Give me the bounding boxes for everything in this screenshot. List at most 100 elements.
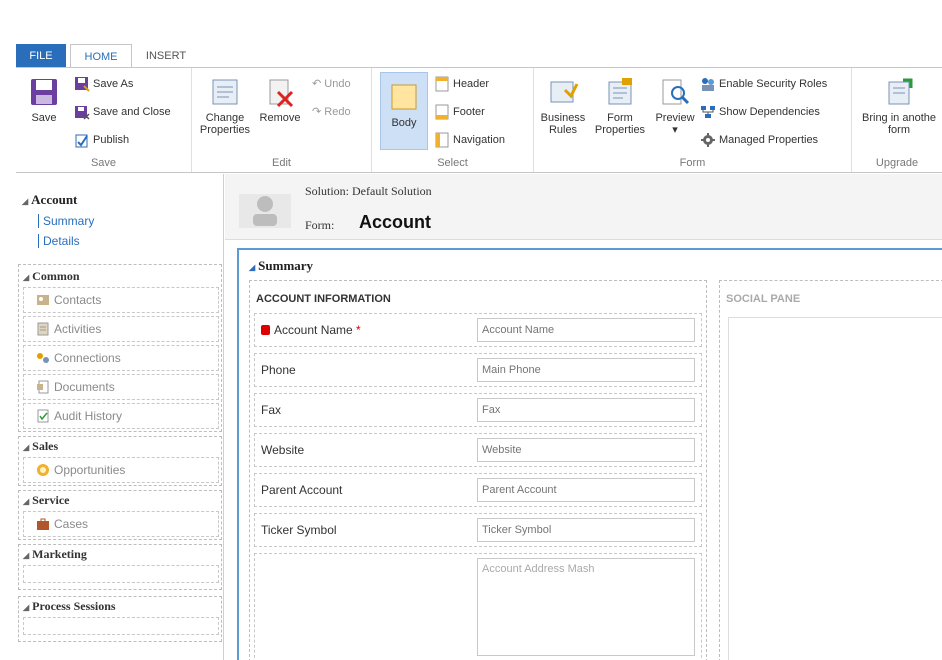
fax-input[interactable] xyxy=(477,398,695,422)
nav-section-marketing: ◢ Marketing xyxy=(18,544,222,590)
field-row-address[interactable]: Account Address Mash xyxy=(254,553,702,660)
solution-label: Solution: Default Solution xyxy=(305,184,432,198)
form-tab-summary[interactable]: ◢ Summary ACCOUNT INFORMATION Account Nam… xyxy=(237,248,942,660)
nav-section-empty-area xyxy=(23,565,219,583)
account-name-input[interactable] xyxy=(477,318,695,342)
nav-section-common: ◢ Common Contacts Activities Connections … xyxy=(18,264,222,432)
field-row-ticker-symbol[interactable]: Ticker Symbol xyxy=(254,513,702,547)
show-dependencies-label: Show Dependencies xyxy=(719,106,820,118)
account-information-section[interactable]: ACCOUNT INFORMATION Account Name * Phone… xyxy=(249,280,707,660)
footer-button[interactable]: Footer xyxy=(434,102,485,122)
collapse-triangle-icon: ◢ xyxy=(249,263,256,272)
enable-security-roles-button[interactable]: Enable Security Roles xyxy=(700,74,827,94)
change-properties-label-1: Change xyxy=(205,112,245,124)
parent-account-input[interactable] xyxy=(477,478,695,502)
nav-section-service: ◢ Service Cases xyxy=(18,490,222,540)
managed-properties-button[interactable]: Managed Properties xyxy=(700,130,818,150)
website-input[interactable] xyxy=(477,438,695,462)
change-properties-button[interactable]: Change Properties xyxy=(196,76,254,136)
undo-button[interactable]: ↶ Undo xyxy=(312,74,351,94)
nav-account-label: Account xyxy=(31,192,78,207)
business-rules-label-1: Business xyxy=(540,112,586,124)
field-row-account-name[interactable]: Account Name * xyxy=(254,313,702,347)
tab-title[interactable]: ◢ Summary xyxy=(249,258,313,274)
form-entity-icon xyxy=(239,194,291,228)
audit-history-icon xyxy=(37,409,49,423)
nav-section-title[interactable]: ◢ Sales xyxy=(23,439,58,454)
redo-icon: ↷ xyxy=(312,106,325,118)
social-pane-placeholder[interactable] xyxy=(728,317,942,660)
nav-section-common-label: Common xyxy=(32,269,80,283)
nav-item-audit-history[interactable]: Audit History xyxy=(23,403,219,429)
social-pane-section[interactable]: SOCIAL PANE xyxy=(719,280,942,660)
nav-item-documents[interactable]: Documents xyxy=(23,374,219,400)
nav-item-connections[interactable]: Connections xyxy=(23,345,219,371)
nav-item-contacts[interactable]: Contacts xyxy=(23,287,219,313)
edit-group-label: Edit xyxy=(272,157,291,169)
managed-properties-label: Managed Properties xyxy=(719,134,819,146)
nav-item-cases[interactable]: Cases xyxy=(23,511,219,537)
nav-section-title[interactable]: ◢ Common xyxy=(23,269,80,284)
undo-icon: ↶ xyxy=(312,78,325,90)
publish-icon xyxy=(75,134,88,148)
nav-item-activities[interactable]: Activities xyxy=(23,316,219,342)
bring-form-icon xyxy=(888,78,913,105)
tab-insert[interactable]: INSERT xyxy=(138,44,194,68)
nav-item-opportunities[interactable]: Opportunities xyxy=(23,457,219,483)
field-row-parent-account[interactable]: Parent Account xyxy=(254,473,702,507)
form-properties-button[interactable]: Form Properties xyxy=(590,76,650,136)
show-dependencies-button[interactable]: Show Dependencies xyxy=(700,102,820,122)
save-and-close-button[interactable]: Save and Close xyxy=(74,102,171,122)
edit-group: Change Properties Remove ↶ Undo ↷ Redo E… xyxy=(192,68,372,172)
footer-icon xyxy=(435,104,449,120)
lock-icon xyxy=(261,324,270,335)
redo-button[interactable]: ↷ Redo xyxy=(312,102,351,122)
documents-icon xyxy=(37,380,49,394)
save-label: Save xyxy=(31,112,57,124)
publish-button[interactable]: Publish xyxy=(74,130,129,150)
select-group: Body Header Footer Navigation Select xyxy=(372,68,534,172)
tab-file[interactable]: FILE xyxy=(16,44,66,68)
collapse-triangle-icon: ◢ xyxy=(22,197,29,206)
upgrade-group-label: Upgrade xyxy=(875,157,919,169)
gear-icon xyxy=(701,133,715,148)
phone-input[interactable] xyxy=(477,358,695,382)
upgrade-group: Bring in anothe form Upgrade xyxy=(852,68,942,172)
account-address-mashup[interactable]: Account Address Mash xyxy=(477,558,695,656)
preview-button[interactable]: Preview ▾ xyxy=(650,76,700,136)
collapse-triangle-icon: ◢ xyxy=(23,497,30,506)
body-button[interactable]: Body xyxy=(380,72,428,150)
field-row-fax[interactable]: Fax xyxy=(254,393,702,427)
field-row-phone[interactable]: Phone xyxy=(254,353,702,387)
website-label: Website xyxy=(261,443,305,457)
form-label: Form: xyxy=(305,218,335,232)
nav-section-process-sessions-label: Process Sessions xyxy=(32,599,116,613)
nav-details-link[interactable]: Details xyxy=(38,234,80,248)
navigation-button[interactable]: Navigation xyxy=(434,130,505,150)
remove-button[interactable]: Remove xyxy=(256,76,304,124)
field-label: Account Name * xyxy=(261,323,361,337)
ticker-symbol-input[interactable] xyxy=(477,518,695,542)
nav-section-service-label: Service xyxy=(32,493,70,507)
collapse-triangle-icon: ◢ xyxy=(23,443,30,452)
nav-section-title[interactable]: ◢ Process Sessions xyxy=(23,599,116,614)
nav-account-header[interactable]: ◢ Account xyxy=(22,192,77,208)
save-group: Save Save As Save and Close Publish Save xyxy=(16,68,192,172)
nav-summary-link[interactable]: Summary xyxy=(38,214,94,228)
nav-section-title[interactable]: ◢ Marketing xyxy=(23,547,87,562)
field-row-website[interactable]: Website xyxy=(254,433,702,467)
nav-item-label: Activities xyxy=(54,322,102,336)
header-button[interactable]: Header xyxy=(434,74,489,94)
save-as-button[interactable]: Save As xyxy=(74,74,133,94)
save-as-label: Save As xyxy=(93,78,134,90)
remove-icon xyxy=(269,79,294,108)
tab-home[interactable]: HOME xyxy=(70,44,132,69)
nav-section-title[interactable]: ◢ Service xyxy=(23,493,69,508)
save-group-label: Save xyxy=(90,157,117,169)
save-button[interactable]: Save xyxy=(22,76,66,124)
bring-in-another-form-button[interactable]: Bring in anothe form xyxy=(856,76,942,136)
section-title: ACCOUNT INFORMATION xyxy=(256,293,391,305)
business-rules-button[interactable]: Business Rules xyxy=(538,76,588,136)
navigation-icon xyxy=(435,132,449,148)
bring-form-label-2: form xyxy=(888,124,910,136)
